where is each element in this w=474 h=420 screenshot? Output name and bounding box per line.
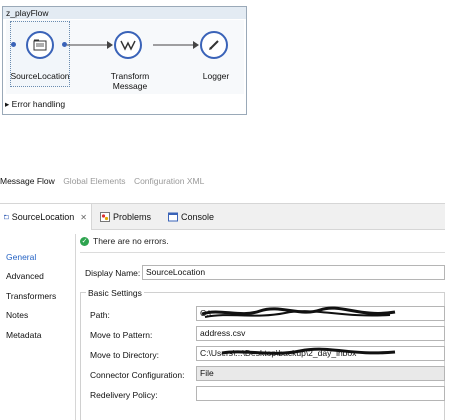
tab-problems-label: Problems (113, 212, 152, 222)
flow-arrow-2 (153, 41, 199, 49)
move-to-pattern-input[interactable]: address.csv (196, 326, 445, 341)
sidebar-item-transformers[interactable]: Transformers (6, 291, 56, 301)
flow-title[interactable]: z_playFlow (3, 7, 246, 19)
display-name-input[interactable]: SourceLocation (142, 265, 445, 280)
move-to-directory-label: Move to Directory: (90, 350, 159, 360)
redelivery-policy-select[interactable] (196, 386, 445, 401)
status-row: ✓ There are no errors. (80, 236, 169, 246)
error-handling-toggle[interactable]: ▸ Error handling (5, 99, 65, 110)
editor-tabs: Message Flow Global Elements Configurati… (0, 176, 210, 186)
check-circle-icon: ✓ (80, 236, 89, 246)
connector-configuration-label: Connector Configuration: (90, 370, 185, 380)
redaction-scribble (221, 347, 396, 355)
tab-source-location-label: SourceLocation (11, 212, 75, 222)
error-handling-label: Error handling (11, 99, 66, 109)
tab-console[interactable]: Console (164, 204, 218, 230)
pencil-icon (209, 40, 219, 50)
sidebar-item-advanced[interactable]: Advanced (6, 271, 44, 281)
logger-node[interactable] (200, 31, 228, 59)
tab-global-elements[interactable]: Global Elements (63, 176, 125, 186)
transform-message-node[interactable] (114, 31, 142, 59)
move-to-pattern-label: Move to Pattern: (90, 330, 153, 340)
sidebar-item-general[interactable]: General (6, 252, 36, 262)
sidebar-item-notes[interactable]: Notes (6, 310, 28, 320)
logger-label: Logger (202, 71, 230, 81)
transform-label-line2: Message (112, 81, 148, 91)
flow-arrow-1 (67, 41, 113, 49)
properties-side-nav: General Advanced Transformers Notes Meta… (0, 234, 74, 420)
status-message: There are no errors. (93, 236, 169, 246)
source-location-node[interactable] (26, 31, 54, 59)
redaction-scribble (201, 306, 396, 318)
path-label: Path: (90, 310, 110, 320)
source-input-port (11, 42, 16, 47)
basic-settings-title: Basic Settings (86, 288, 144, 298)
divider (80, 252, 445, 253)
tab-console-label: Console (181, 212, 215, 222)
properties-tab-bar: SourceLocation ✕ Problems Console (0, 203, 445, 230)
tab-problems[interactable]: Problems (96, 204, 155, 230)
expand-triangle-icon: ▸ (5, 99, 10, 109)
file-folder-icon (33, 39, 47, 51)
sidebar-item-metadata[interactable]: Metadata (6, 330, 41, 340)
console-icon (168, 212, 178, 222)
side-nav-divider (75, 234, 76, 420)
file-folder-icon (4, 214, 9, 220)
dataweave-transform-icon (120, 40, 136, 51)
close-icon[interactable]: ✕ (80, 213, 87, 222)
problems-icon (100, 212, 110, 222)
connector-configuration-select[interactable]: File (196, 366, 445, 381)
tab-source-location[interactable]: SourceLocation ✕ (0, 204, 92, 230)
display-name-label: Display Name: (85, 268, 141, 278)
tab-configuration-xml[interactable]: Configuration XML (134, 176, 204, 186)
transform-label-line1: Transform (110, 71, 150, 81)
source-location-label: SourceLocation (10, 71, 70, 81)
tab-message-flow[interactable]: Message Flow (0, 176, 55, 186)
redelivery-policy-label: Redelivery Policy: (90, 390, 158, 400)
